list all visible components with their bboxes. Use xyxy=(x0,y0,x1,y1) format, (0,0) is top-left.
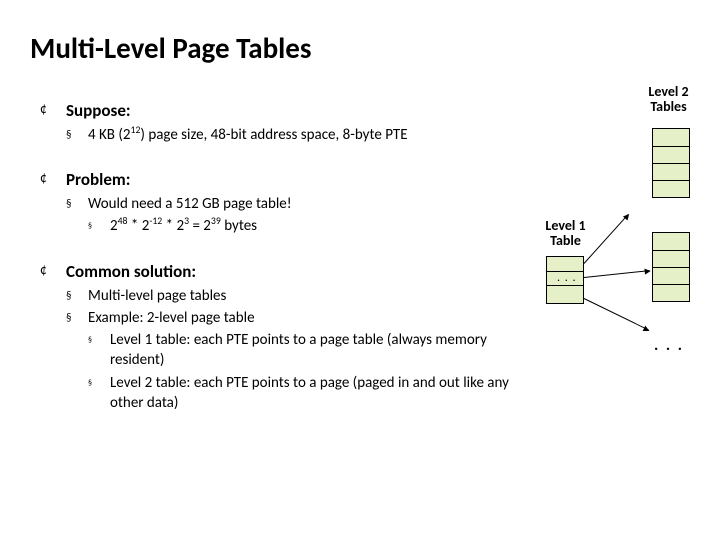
text-frag: * 2 xyxy=(128,217,150,235)
bullet-square: § xyxy=(66,308,88,328)
superscript: 39 xyxy=(211,215,221,227)
superscript: 12 xyxy=(131,124,141,136)
text-frag: Table xyxy=(550,232,581,249)
arrow-icon xyxy=(584,298,649,330)
solution-heading: Common solution: xyxy=(66,261,196,284)
bullet-hollow-circle: ¢ xyxy=(40,261,66,284)
text-frag: 2 xyxy=(110,217,118,235)
bullet-small-square: § xyxy=(88,330,110,371)
problem-heading: Problem: xyxy=(66,169,130,192)
suppose-detail: § 4 KB (212) page size, 48-bit address s… xyxy=(66,125,520,145)
level2-label: Level 2 Tables xyxy=(641,84,696,115)
section-suppose: ¢ Suppose: xyxy=(40,100,520,123)
level1-label: Level 1 Table xyxy=(538,218,593,249)
slide-title: Multi-Level Page Tables xyxy=(30,30,311,66)
bullet-hollow-circle: ¢ xyxy=(40,100,66,123)
section-problem: ¢ Problem: xyxy=(40,169,520,192)
level2-table-icon xyxy=(652,128,690,198)
problem-calculation: § 248 * 2-12 * 23 = 239 bytes xyxy=(88,216,520,236)
suppose-heading: Suppose: xyxy=(66,100,131,123)
solution-text-2: Example: 2-level page table xyxy=(88,308,255,328)
solution-detail-2: § Example: 2-level page table xyxy=(66,308,520,328)
bullet-hollow-circle: ¢ xyxy=(40,169,66,192)
superscript: -12 xyxy=(149,215,162,227)
solution-detail-1: § Multi-level page tables xyxy=(66,286,520,306)
problem-text-1: Would need a 512 GB page table! xyxy=(88,194,292,214)
solution-sub-2: § Level 2 table: each PTE points to a pa… xyxy=(88,373,520,414)
bullet-square: § xyxy=(66,125,88,145)
ellipsis-icon: . . . xyxy=(654,336,684,355)
level2-table-icon xyxy=(652,232,690,302)
problem-calc-text: 248 * 2-12 * 23 = 239 bytes xyxy=(110,216,257,236)
text-frag: bytes xyxy=(221,217,257,235)
text-frag: = 2 xyxy=(189,217,211,235)
superscript: 48 xyxy=(118,215,128,227)
problem-detail-1: § Would need a 512 GB page table! xyxy=(66,194,520,214)
solution-sub-1: § Level 1 table: each PTE points to a pa… xyxy=(88,330,520,371)
bullet-square: § xyxy=(66,194,88,214)
bullet-small-square: § xyxy=(88,216,110,236)
text-frag: ) page size, 48-bit address space, 8-byt… xyxy=(140,126,407,144)
section-solution: ¢ Common solution: xyxy=(40,261,520,284)
text-frag: 4 KB (2 xyxy=(88,126,131,144)
text-frag: Tables xyxy=(650,98,686,115)
page-table-diagram: Level 2 Tables Level 1 Table . . . . . . xyxy=(522,84,702,424)
arrow-icon xyxy=(584,270,650,278)
suppose-text: 4 KB (212) page size, 48-bit address spa… xyxy=(88,125,408,145)
bullet-small-square: § xyxy=(88,373,110,414)
solution-sub1-text: Level 1 table: each PTE points to a page… xyxy=(110,330,520,371)
solution-text-1: Multi-level page tables xyxy=(88,286,226,306)
slide-body: ¢ Suppose: § 4 KB (212) page size, 48-bi… xyxy=(40,100,520,415)
solution-sub2-text: Level 2 table: each PTE points to a page… xyxy=(110,373,520,414)
text-frag: * 2 xyxy=(162,217,184,235)
bullet-square: § xyxy=(66,286,88,306)
